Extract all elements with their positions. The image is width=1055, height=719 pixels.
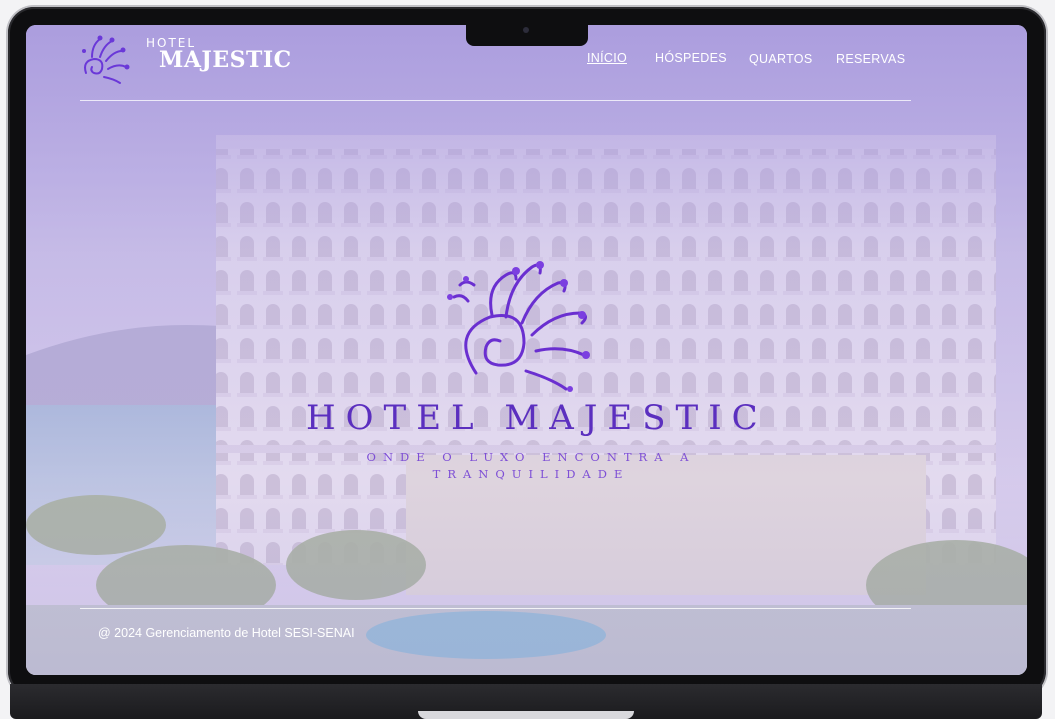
nav-item-reservas[interactable]: RESERVAS: [836, 52, 905, 66]
main-nav: INÍCIO HÓSPEDES QUARTOS RESERVAS: [26, 51, 1027, 69]
webcam-icon: [523, 27, 529, 33]
hero-tagline: ONDE O LUXO ENCONTRA A TRANQUILIDADE: [366, 450, 696, 481]
nav-item-hospedes[interactable]: HÓSPEDES: [655, 51, 727, 65]
footer-copyright: @ 2024 Gerenciamento de Hotel SESI-SENAI: [98, 626, 355, 640]
footer-divider: [80, 608, 911, 609]
hero-title: HOTEL MAJESTIC: [306, 398, 768, 438]
header-divider: [80, 100, 911, 101]
nav-item-inicio[interactable]: INÍCIO: [587, 51, 627, 65]
camera-notch: [466, 25, 588, 46]
hero-peacock-icon: [447, 261, 590, 392]
nav-item-quartos[interactable]: QUARTOS: [749, 52, 812, 66]
laptop-hinge: [418, 711, 634, 719]
browser-viewport: HOTEL MAJESTIC INÍCIO HÓSPEDES QUARTOS R…: [26, 25, 1027, 675]
